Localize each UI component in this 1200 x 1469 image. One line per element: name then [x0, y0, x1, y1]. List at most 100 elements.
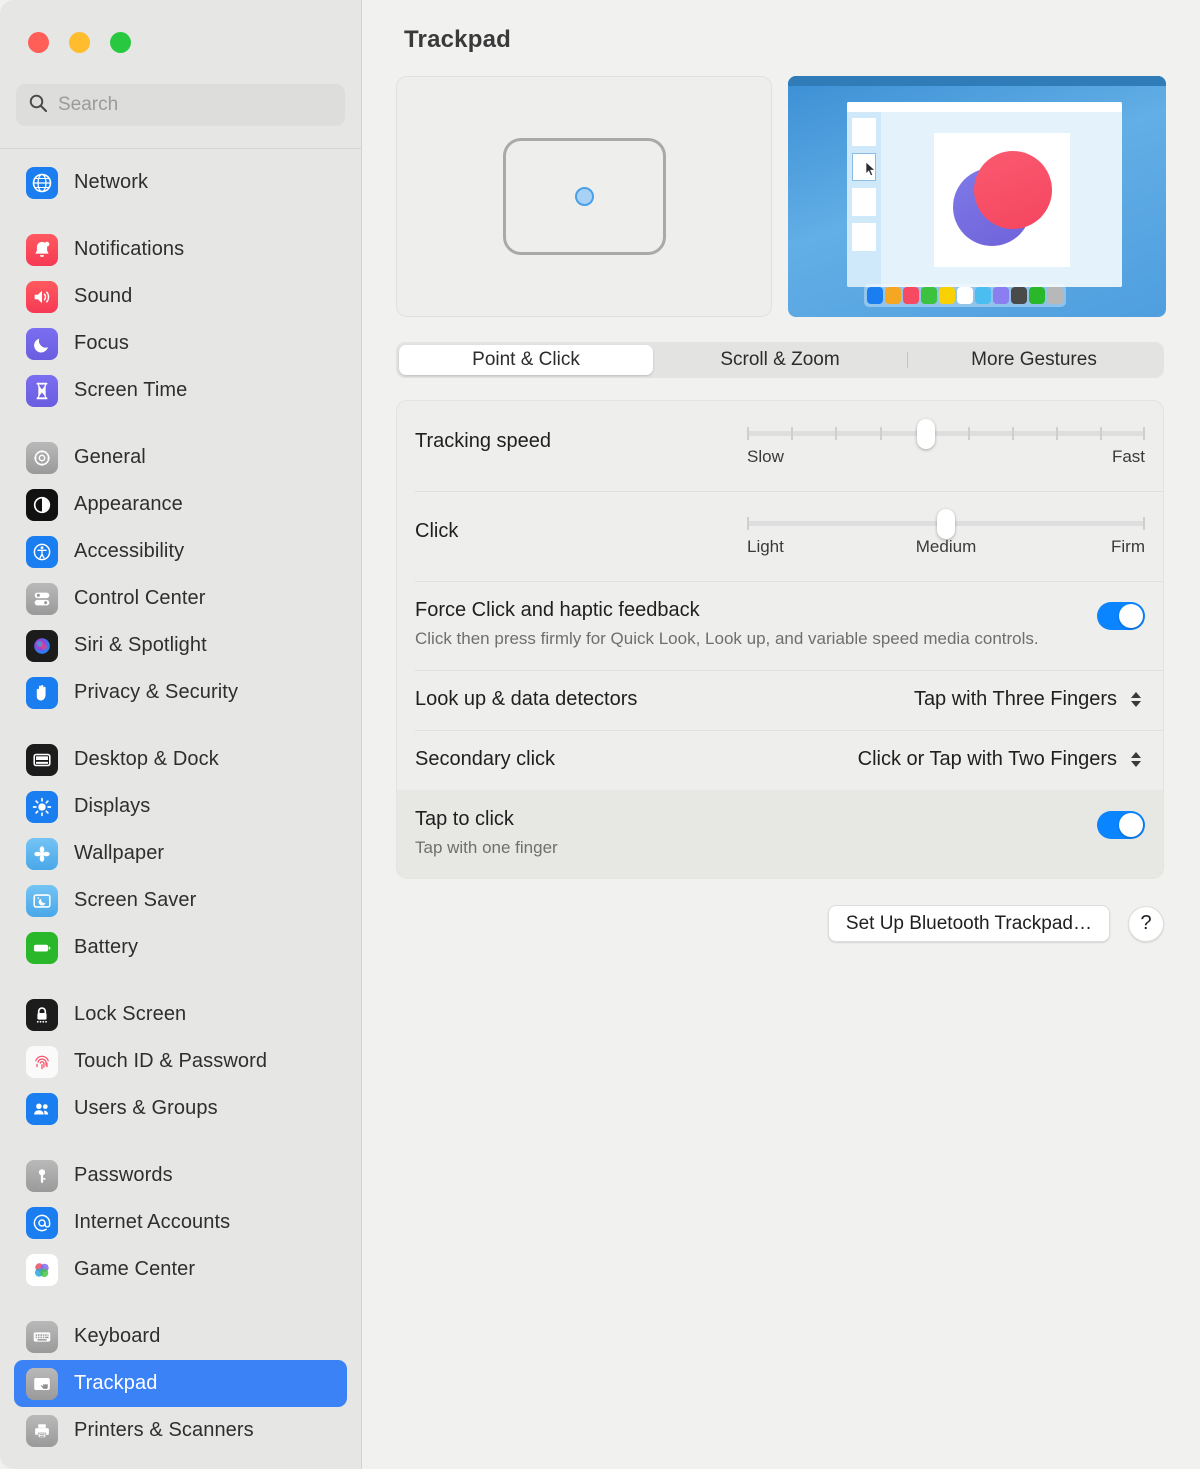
at-icon [26, 1206, 58, 1239]
swatch [921, 287, 938, 304]
sidebar-item-label: Trackpad [74, 1372, 158, 1394]
hand-icon [26, 676, 58, 709]
search-box[interactable] [16, 84, 345, 126]
tracking-speed-max-label: Fast [1111, 447, 1145, 466]
swatch [939, 287, 956, 304]
sidebar-item-battery[interactable]: Battery [14, 924, 347, 971]
users-icon [26, 1092, 58, 1125]
slider-track[interactable] [747, 419, 1145, 449]
preview-row [396, 76, 1166, 317]
tab-more-gestures[interactable]: More Gestures [907, 345, 1161, 375]
sidebar-item-label: Displays [74, 795, 151, 817]
globe-icon [26, 166, 58, 199]
search-input[interactable] [58, 94, 333, 116]
tap-to-click-description: Tap with one finger [415, 837, 558, 857]
sidebar-item-trackpad[interactable]: Trackpad [14, 1360, 347, 1407]
accessibility-icon [26, 535, 58, 568]
close-button[interactable] [28, 31, 49, 53]
sidebar-item-internet-accounts[interactable]: Internet Accounts [14, 1199, 347, 1246]
sidebar-item-focus[interactable]: Focus [14, 320, 347, 367]
sidebar-item-siri-spotlight[interactable]: Siri & Spotlight [14, 622, 347, 669]
fingerprint-icon [26, 1045, 58, 1078]
demo-thumbnail [852, 223, 877, 251]
segmented-tab-bar[interactable]: Point & Click Scroll & Zoom More Gesture… [396, 342, 1164, 378]
sidebar-item-displays[interactable]: Displays [14, 783, 347, 830]
sidebar-item-accessibility[interactable]: Accessibility [14, 528, 347, 575]
sidebar-item-users-groups[interactable]: Users & Groups [14, 1085, 347, 1132]
sidebar-item-label: Desktop & Dock [74, 748, 219, 770]
sidebar-item-desktop-dock[interactable]: Desktop & Dock [14, 736, 347, 783]
slider-thumb[interactable] [917, 419, 936, 449]
sidebar-item-label: Focus [74, 332, 129, 354]
tracking-speed-label-wrap: Tracking speed [415, 421, 747, 453]
search-icon [28, 93, 48, 118]
demo-app-window [847, 102, 1123, 287]
tracking-speed-slider[interactable]: Slow Fast [747, 419, 1145, 471]
click-slider[interactable]: Light Medium Firm [747, 509, 1145, 561]
siri-icon [26, 629, 58, 662]
swatch [867, 287, 884, 304]
slider-track[interactable] [747, 509, 1145, 539]
tap-to-click-text: Tap to click Tap with one finger [415, 808, 1097, 861]
tracking-speed-min-label: Slow [747, 447, 784, 466]
force-click-description: Click then press firmly for Quick Look, … [415, 629, 1039, 648]
sidebar-item-privacy-security[interactable]: Privacy & Security [14, 669, 347, 716]
click-min-label: Light [747, 537, 784, 556]
row-tap-to-click: Tap to click Tap with one finger [397, 789, 1163, 879]
sidebar-item-notifications[interactable]: Notifications [14, 226, 347, 273]
help-button[interactable]: ? [1128, 905, 1164, 942]
sidebar-item-printers-scanners[interactable]: Printers & Scanners [14, 1407, 347, 1454]
tab-point-and-click[interactable]: Point & Click [399, 345, 653, 375]
force-click-toggle[interactable] [1097, 602, 1145, 630]
sidebar-item-game-center[interactable]: Game Center [14, 1246, 347, 1293]
sidebar-item-screen-saver[interactable]: Screen Saver [14, 877, 347, 924]
chevron-updown-icon[interactable] [1127, 747, 1145, 773]
look-up-value: Tap with Three Fingers [913, 688, 1117, 711]
gesture-demo-pane [788, 76, 1166, 317]
sidebar-item-control-center[interactable]: Control Center [14, 575, 347, 622]
key-icon [26, 1159, 58, 1192]
sidebar-item-label: Lock Screen [74, 1003, 187, 1025]
sidebar-item-label: Notifications [74, 238, 185, 260]
sidebar-item-general[interactable]: General [14, 434, 347, 481]
sidebar-item-lock-screen[interactable]: Lock Screen [14, 991, 347, 1038]
minimize-button[interactable] [69, 31, 90, 53]
look-up-popup-button[interactable]: Tap with Three Fingers [914, 687, 1145, 713]
sidebar-item-touch-id[interactable]: Touch ID & Password [14, 1038, 347, 1085]
row-secondary-click: Secondary click Click or Tap with Two Fi… [397, 729, 1163, 790]
touch-point-indicator [574, 187, 594, 206]
sidebar-item-sound[interactable]: Sound [14, 273, 347, 320]
force-click-label: Force Click and haptic feedback [415, 599, 700, 621]
moon-icon [26, 327, 58, 360]
sidebar-item-network[interactable]: Network [14, 159, 347, 206]
sidebar-item-screen-time[interactable]: Screen Time [14, 367, 347, 414]
sidebar-item-appearance[interactable]: Appearance [14, 481, 347, 528]
control-center-icon [26, 582, 58, 615]
slider-thumb[interactable] [937, 509, 955, 539]
sidebar-item-label: Privacy & Security [74, 681, 239, 703]
sidebar-item-keyboard[interactable]: Keyboard [14, 1313, 347, 1360]
setup-bluetooth-trackpad-button[interactable]: Set Up Bluetooth Trackpad… [827, 905, 1110, 943]
sidebar-item-label: Touch ID & Password [74, 1050, 268, 1072]
brightness-icon [26, 790, 58, 823]
sidebar-item-passwords[interactable]: Passwords [14, 1152, 347, 1199]
click-max-label: Firm [1111, 537, 1145, 556]
swatch [957, 287, 974, 304]
search-container [0, 84, 361, 148]
tab-scroll-and-zoom[interactable]: Scroll & Zoom [653, 345, 907, 375]
force-click-toggle-wrap [1097, 599, 1145, 630]
sidebar-item-label: Game Center [74, 1258, 196, 1280]
secondary-click-popup-button[interactable]: Click or Tap with Two Fingers [858, 747, 1145, 773]
zoom-button[interactable] [110, 31, 131, 53]
arrow-cursor-icon [865, 161, 877, 182]
sidebar-item-label: Sound [74, 285, 133, 307]
sidebar-nav-list[interactable]: Network Notifications Sound Focus Screen… [0, 148, 361, 1469]
sidebar-item-wallpaper[interactable]: Wallpaper [14, 830, 347, 877]
swatch [1011, 287, 1028, 304]
sidebar-item-label: Battery [74, 936, 139, 958]
chevron-updown-icon[interactable] [1127, 687, 1145, 713]
tap-to-click-toggle[interactable] [1097, 810, 1145, 839]
swatch [975, 287, 992, 304]
sidebar-item-label: Network [74, 171, 149, 193]
sidebar-item-label: Keyboard [74, 1325, 161, 1347]
